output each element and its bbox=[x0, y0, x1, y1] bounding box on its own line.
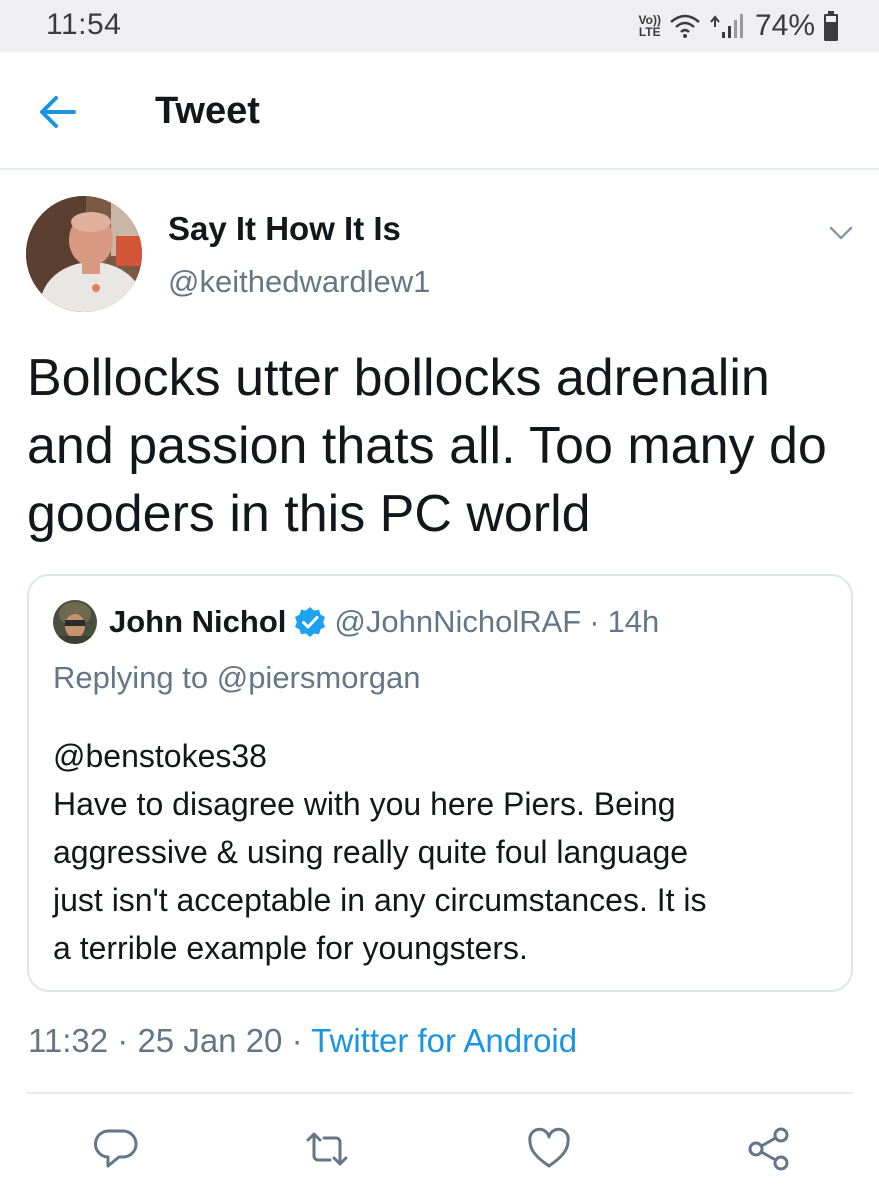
quoted-text-line: a terrible example for youngsters. bbox=[53, 930, 528, 966]
tweet-source-link[interactable]: Twitter for Android bbox=[311, 1022, 577, 1059]
wifi-icon bbox=[670, 14, 700, 38]
share-icon[interactable] bbox=[746, 1126, 792, 1172]
quoted-text-line: @benstokes38 bbox=[53, 738, 267, 774]
quoted-tweet-header: John Nichol @JohnNicholRAF · 14h bbox=[53, 600, 659, 644]
reply-icon[interactable] bbox=[93, 1126, 139, 1172]
avatar bbox=[53, 600, 97, 644]
quoted-text-line: Have to disagree with you here Piers. Be… bbox=[53, 786, 676, 822]
volte-indicator: Vo)) LTE bbox=[638, 13, 661, 39]
tweet-meta: 11:32 · 25 Jan 20 · Twitter for Android bbox=[28, 1022, 577, 1060]
status-bar: 11:54 Vo)) LTE 74% bbox=[0, 0, 879, 52]
heart-icon[interactable] bbox=[526, 1126, 572, 1172]
quoted-text-line: aggressive & using really quite foul lan… bbox=[53, 834, 689, 870]
tweet-text: Bollocks utter bollocks adrenalin and pa… bbox=[27, 349, 827, 543]
author-handle[interactable]: @keithedwardlew1 bbox=[168, 264, 430, 300]
author-name[interactable]: Say It How It Is bbox=[168, 210, 401, 248]
replying-to-handle[interactable]: @piersmorgan bbox=[217, 660, 421, 695]
chevron-down-icon[interactable] bbox=[826, 218, 856, 248]
quoted-tweet[interactable]: John Nichol @JohnNicholRAF · 14h Replyin… bbox=[27, 574, 853, 992]
quoted-author-handle: @JohnNicholRAF bbox=[334, 604, 582, 639]
tweet-timestamp: 11:32 · 25 Jan 20 · bbox=[28, 1022, 312, 1059]
retweet-icon[interactable] bbox=[304, 1126, 350, 1172]
separator-dot: · bbox=[589, 604, 600, 639]
divider bbox=[26, 1092, 853, 1094]
arrow-left-icon[interactable] bbox=[34, 88, 82, 136]
quoted-tweet-age: 14h bbox=[607, 604, 660, 639]
signal-icon bbox=[710, 14, 743, 38]
verified-badge-icon bbox=[295, 607, 326, 637]
quoted-tweet-text: @benstokes38 Have to disagree with you h… bbox=[53, 732, 843, 972]
page-title: Tweet bbox=[155, 90, 260, 132]
replying-to: Replying to @piersmorgan bbox=[53, 660, 421, 696]
quoted-author-name: John Nichol bbox=[109, 604, 287, 639]
tweet-author: Say It How It Is @keithedwardlew1 bbox=[26, 196, 856, 316]
app-bar: Tweet bbox=[0, 52, 879, 170]
battery-percentage: 74% bbox=[754, 9, 815, 42]
avatar[interactable] bbox=[26, 196, 142, 312]
tweet-actions bbox=[0, 1118, 879, 1178]
quoted-text-line: just isn't acceptable in any circumstanc… bbox=[53, 882, 707, 918]
replying-to-label: Replying to bbox=[53, 660, 217, 695]
battery-icon bbox=[824, 11, 838, 41]
status-time: 11:54 bbox=[46, 8, 122, 41]
status-indicators: Vo)) LTE 74% bbox=[639, 8, 839, 44]
